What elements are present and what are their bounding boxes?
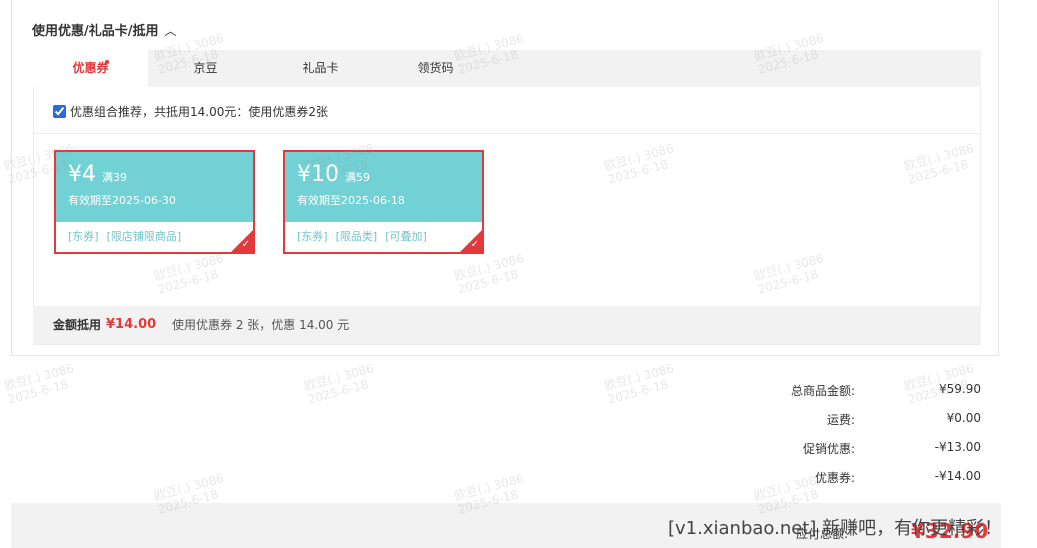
coupon-discount-label: 优惠券: [814, 471, 855, 485]
shipping-label: 运费: [826, 413, 855, 427]
watermark: 欧豆(.) 3086 2025-6-18 [603, 361, 679, 407]
coupon-min: 满59 [345, 171, 370, 184]
summary-value: ¥14.00 [106, 317, 157, 332]
summary-label: 金额抵用 [53, 318, 102, 332]
coupon-tags: [东券] [限品类] [可叠加] [285, 222, 482, 250]
coupon-card[interactable]: ¥10 满59 有效期至2025-06-18 [东券] [限品类] [可叠加] ✓ [283, 150, 484, 254]
coupon-tag: [东券] [68, 230, 99, 243]
watermark-line: 欧豆(.) 3086 [302, 361, 376, 394]
badge-dot [105, 60, 109, 64]
coupon-tag: [东券] [297, 230, 328, 243]
tab-label: 礼品卡 [302, 61, 339, 75]
coupon-tag: [限店铺限商品] [106, 230, 182, 243]
coupon-expiry: 有效期至2025-06-30 [68, 194, 176, 207]
coupon-card[interactable]: ¥4 满39 有效期至2025-06-30 [东券] [限店铺限商品] ✓ [54, 150, 255, 254]
chevron-up-icon[interactable]: ︿ [165, 24, 177, 38]
watermark-line: 欧豆(.) 3086 [2, 361, 76, 394]
promo-label: 促销优惠: [802, 442, 855, 456]
coupon-header: ¥4 满39 有效期至2025-06-30 [56, 152, 253, 222]
coupon-amount: ¥4 [68, 162, 96, 187]
tab-bar: 优惠券 京豆 礼品卡 领货码 [33, 50, 981, 87]
discount-summary: 金额抵用 ¥14.00 使用优惠券 2 张，优惠 14.00 元 [33, 306, 981, 344]
check-icon: ✓ [470, 239, 479, 250]
summary-note: 使用优惠券 2 张，优惠 14.00 元 [172, 318, 350, 332]
coupon-discount-value: -¥14.00 [934, 469, 981, 483]
divider [33, 133, 981, 134]
promo-value: -¥13.00 [934, 440, 981, 454]
tab-jingdou[interactable]: 京豆 [148, 50, 263, 87]
coupon-tag: [可叠加] [385, 230, 427, 243]
watermark-line: 2025-6-18 [606, 377, 670, 407]
tab-label: 领货码 [417, 61, 454, 75]
site-overlay-text: [v1.xianbao.net] 新赚吧，有你更精彩！ [668, 518, 1003, 539]
total-goods-value: ¥59.90 [939, 382, 981, 396]
combo-checkbox[interactable] [53, 105, 66, 118]
coupon-min: 满39 [102, 171, 127, 184]
section-title-text: 使用优惠/礼品卡/抵用 [32, 24, 159, 39]
watermark-line: 2025-6-18 [306, 377, 370, 407]
coupon-tag: [限品类] [335, 230, 378, 243]
watermark: 欧豆(.) 3086 2025-6-18 [303, 361, 379, 407]
shipping-value: ¥0.00 [946, 411, 981, 425]
section-title[interactable]: 使用优惠/礼品卡/抵用 ︿ [32, 20, 177, 39]
coupon-expiry: 有效期至2025-06-18 [297, 194, 405, 207]
watermark-line: 欧豆(.) 3086 [452, 471, 526, 504]
coupon-header: ¥10 满59 有效期至2025-06-18 [285, 152, 482, 222]
watermark-line: 2025-6-18 [6, 377, 70, 407]
check-icon: ✓ [241, 239, 250, 250]
coupon-tags: [东券] [限店铺限商品] [56, 222, 253, 250]
total-goods-label: 总商品金额: [790, 384, 855, 398]
tab-label: 京豆 [193, 61, 218, 75]
watermark-line: 欧豆(.) 3086 [152, 471, 226, 504]
tab-coupons[interactable]: 优惠券 [33, 50, 148, 87]
coupon-amount: ¥10 [297, 162, 339, 187]
watermark-line: 欧豆(.) 3086 [602, 361, 676, 394]
tab-redeem-code[interactable]: 领货码 [378, 50, 493, 87]
combo-recommend[interactable]: 优惠组合推荐，共抵用14.00元：使用优惠券2张 [53, 103, 328, 120]
combo-label: 优惠组合推荐，共抵用14.00元：使用优惠券2张 [70, 105, 328, 119]
tab-label: 优惠券 [72, 61, 109, 75]
watermark: 欧豆(.) 3086 2025-6-18 [3, 361, 79, 407]
tab-giftcard[interactable]: 礼品卡 [263, 50, 378, 87]
